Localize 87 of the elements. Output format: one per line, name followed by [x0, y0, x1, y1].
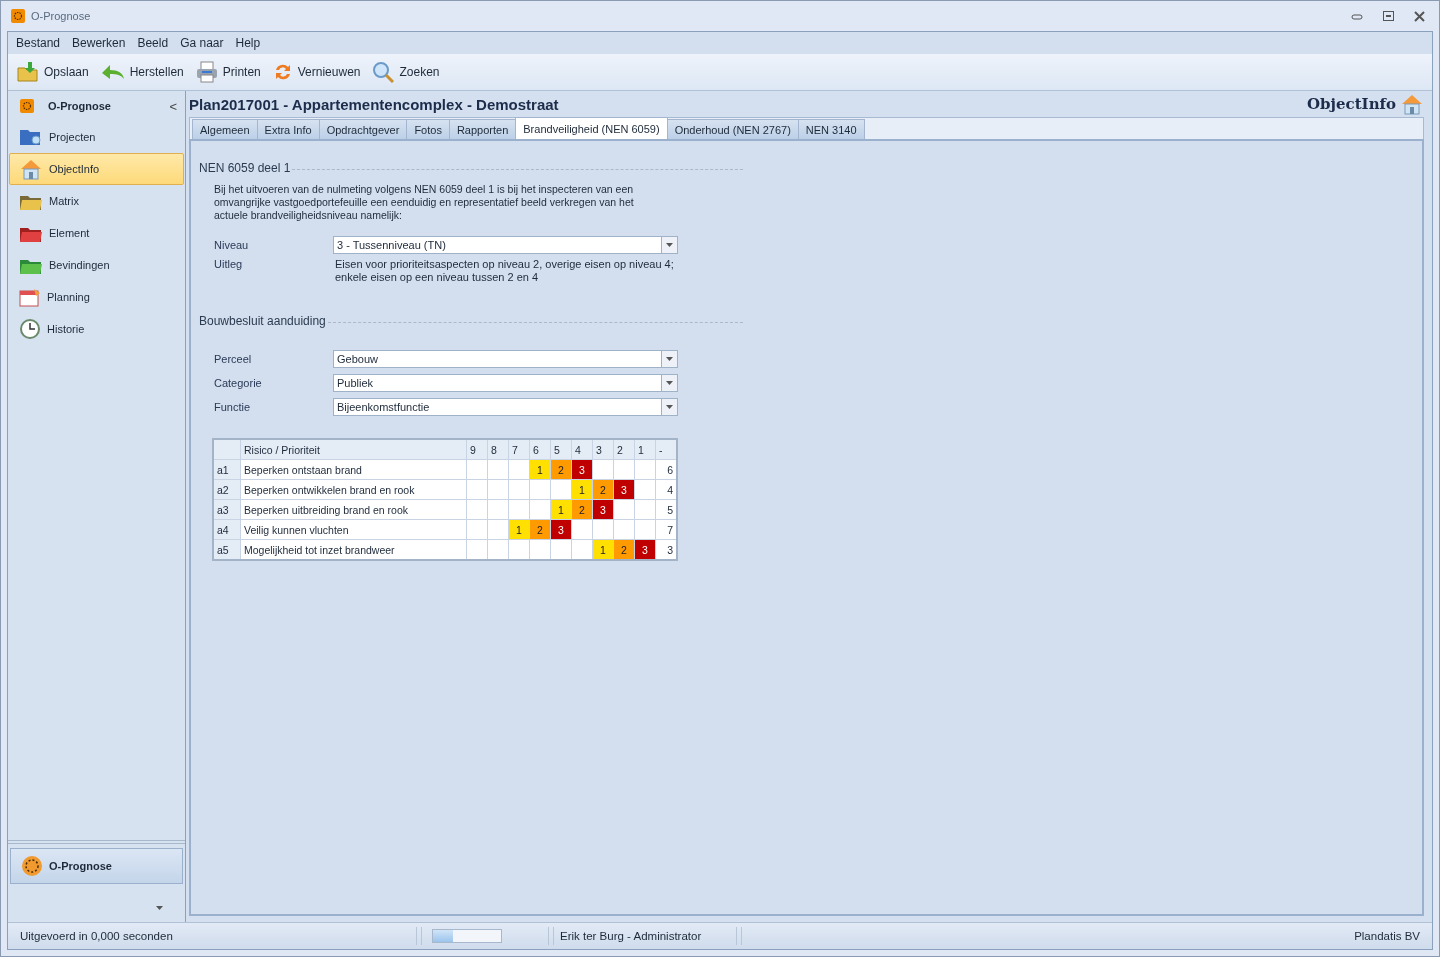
- folder-icon: [19, 127, 43, 147]
- company-label: Plandatis BV: [1354, 930, 1421, 942]
- dropdown-field[interactable]: Bijeenkomstfunctie: [333, 398, 678, 416]
- dropdown-arrow-icon: [666, 405, 673, 409]
- menu-item[interactable]: Bestand: [10, 36, 67, 50]
- row-header: a1: [213, 459, 241, 480]
- menu-item[interactable]: Beeld: [131, 36, 175, 50]
- tab[interactable]: Extra Info: [256, 119, 320, 139]
- tab[interactable]: Algemeen: [192, 119, 258, 139]
- window-title: O-Prognose: [31, 10, 91, 22]
- sidebar-item[interactable]: Planning: [9, 281, 184, 313]
- calendar-icon: [19, 287, 41, 307]
- intro-text: Bij het uitvoeren van de nulmeting volgens NEN 6059 deel 1 is bij het inspecteren van een omvangrijke vastgoedportefeuille een eenduidig en representatief beeld verkregen van het actuele brandveiligheidsniveau namelijk:: [214, 183, 635, 222]
- sidebar-item[interactable]: ObjectInfo: [9, 153, 184, 185]
- undo-arrow-icon: [100, 64, 125, 80]
- column-header: 3: [592, 439, 614, 460]
- column-header: -: [655, 439, 677, 460]
- row-header: a5: [213, 539, 241, 560]
- toolbar-button[interactable]: Herstellen: [97, 62, 187, 82]
- maximize-icon[interactable]: [1383, 11, 1394, 21]
- column-header: 8: [487, 439, 509, 460]
- sidebar-item[interactable]: Element: [9, 217, 184, 249]
- menu-item[interactable]: Ga naar: [174, 36, 230, 50]
- toolbar-button[interactable]: Opslaan: [14, 60, 92, 84]
- collapse-button[interactable]: <: [169, 98, 177, 114]
- dropdown-arrow-icon: [666, 381, 673, 385]
- column-header: 6: [529, 439, 551, 460]
- field-label: Uitleg: [214, 258, 244, 270]
- tab[interactable]: Opdrachtgever: [318, 119, 408, 139]
- logo-icon: [20, 99, 34, 113]
- clock-icon: [19, 318, 41, 340]
- field-label: Perceel: [214, 353, 253, 365]
- tab[interactable]: Brandveiligheid (NEN 6059): [515, 117, 668, 139]
- field-label: Niveau: [214, 239, 250, 251]
- group-title: NEN 6059 deel 1: [199, 161, 291, 175]
- menu-item[interactable]: Bewerken: [66, 36, 132, 50]
- house-icon: [19, 158, 43, 180]
- dropdown-arrow-icon[interactable]: [156, 906, 163, 910]
- sidebar-item[interactable]: Projecten: [9, 121, 184, 153]
- page-title: Plan2017001 - Appartementencomplex - Demostraat: [189, 95, 559, 113]
- explanation-text: Eisen voor prioriteitsaspecten op niveau 2, overige eisen op niveau 4; enkele eisen op een niveau tussen 2 en 4: [334, 258, 675, 284]
- table-cell: Beperken uitbreiding brand en rook: [240, 499, 467, 520]
- row-header: a2: [213, 479, 241, 500]
- group-title: Bouwbesluit aanduiding: [199, 314, 326, 328]
- folder-icon: [17, 62, 39, 82]
- column-header: Risico / Prioriteit: [240, 439, 467, 460]
- column-header: 9: [466, 439, 488, 460]
- row-header: a4: [213, 519, 241, 540]
- field-label: Categorie: [214, 377, 263, 389]
- column-header: 2: [613, 439, 635, 460]
- dropdown-field[interactable]: Gebouw: [333, 350, 678, 368]
- table-cell: Veilig kunnen vluchten: [240, 519, 467, 540]
- column-header: 5: [550, 439, 572, 460]
- section-title: ObjectInfo: [1307, 95, 1396, 113]
- column-header: 1: [634, 439, 656, 460]
- house-icon: [1400, 93, 1424, 115]
- close-icon[interactable]: [1414, 10, 1425, 22]
- field-label: Functie: [214, 401, 252, 413]
- tab[interactable]: Onderhoud (NEN 2767): [666, 119, 799, 139]
- table-cell: Beperken ontstaan brand: [240, 459, 467, 480]
- sidebar-item[interactable]: Matrix: [9, 185, 184, 217]
- sidebar-title: O-Prognose: [48, 100, 111, 112]
- minimize-icon[interactable]: [1351, 12, 1363, 20]
- module-button[interactable]: O-Prognose: [10, 848, 183, 884]
- search-icon: [372, 61, 395, 83]
- table-cell: Beperken ontwikkelen brand en rook: [240, 479, 467, 500]
- dropdown-field[interactable]: 3 - Tussenniveau (TN): [333, 236, 678, 254]
- toolbar-button[interactable]: Vernieuwen: [269, 60, 364, 84]
- sidebar-item[interactable]: Historie: [9, 313, 184, 345]
- logo-icon: [21, 855, 43, 877]
- dropdown-field[interactable]: Publiek: [333, 374, 678, 392]
- toolbar-button[interactable]: Zoeken: [369, 59, 443, 85]
- sidebar-item[interactable]: Bevindingen: [9, 249, 184, 281]
- dropdown-arrow-icon: [666, 243, 673, 247]
- column-header: 7: [508, 439, 530, 460]
- tab[interactable]: Rapporten: [448, 119, 517, 139]
- toolbar-button[interactable]: Printen: [192, 59, 264, 85]
- row-header: a3: [213, 499, 241, 520]
- column-header: 4: [571, 439, 593, 460]
- logo-icon: [11, 9, 25, 23]
- printer-icon: [195, 61, 218, 83]
- menu-item[interactable]: Help: [229, 36, 267, 50]
- dropdown-arrow-icon: [666, 357, 673, 361]
- status-message: Uitgevoerd in 0,000 seconden: [19, 930, 174, 942]
- tab[interactable]: Fotos: [406, 119, 450, 139]
- user-label: Erik ter Burg - Administrator: [560, 930, 703, 942]
- tab[interactable]: NEN 3140: [797, 119, 865, 139]
